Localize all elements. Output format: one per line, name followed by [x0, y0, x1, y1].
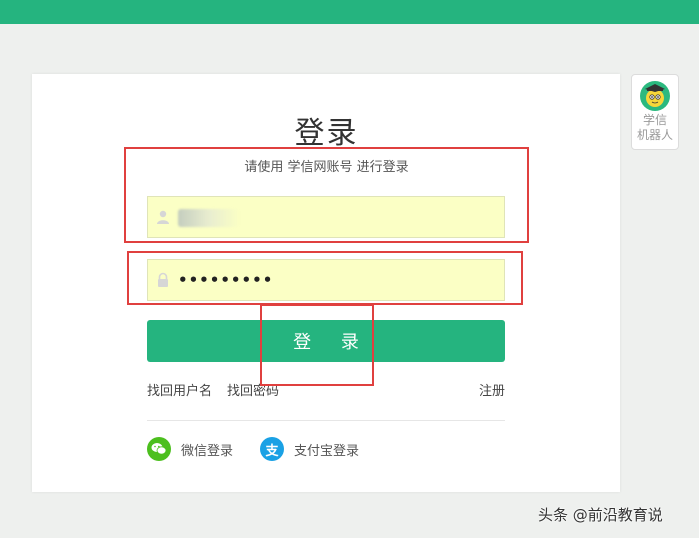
find-password-link[interactable]: 找回密码 [227, 380, 279, 399]
alipay-icon: 支 [260, 437, 284, 461]
password-field[interactable]: ••••••••• [147, 259, 505, 301]
robot-label-line2: 机器人 [636, 128, 673, 142]
xuexin-robot-button[interactable]: 学信 机器人 [631, 74, 679, 150]
lock-icon [148, 260, 178, 300]
username-obscured-value [178, 209, 240, 227]
alipay-login-label: 支付宝登录 [294, 443, 360, 459]
username-field[interactable] [147, 196, 505, 238]
wechat-login[interactable]: 微信登录 [147, 437, 233, 461]
password-input[interactable]: ••••••••• [178, 271, 273, 289]
login-subtitle: 请使用 学信网账号 进行登录 [244, 160, 409, 175]
find-username-link[interactable]: 找回用户名 [147, 380, 212, 399]
wechat-login-label: 微信登录 [181, 443, 234, 459]
register-link[interactable]: 注册 [479, 380, 505, 399]
wechat-icon [147, 437, 171, 461]
login-button[interactable]: 登 录 [147, 320, 505, 362]
divider [147, 420, 505, 421]
user-icon [148, 197, 178, 237]
alipay-login[interactable]: 支 支付宝登录 [260, 437, 359, 461]
robot-label-line1: 学信 [642, 113, 667, 127]
robot-avatar-icon [640, 81, 670, 111]
page-title: 登录 [294, 116, 359, 151]
account-links: 找回用户名 找回密码 注册 [147, 380, 505, 399]
top-bar [0, 0, 699, 24]
watermark: 头条 @前沿教育说 [538, 506, 663, 524]
